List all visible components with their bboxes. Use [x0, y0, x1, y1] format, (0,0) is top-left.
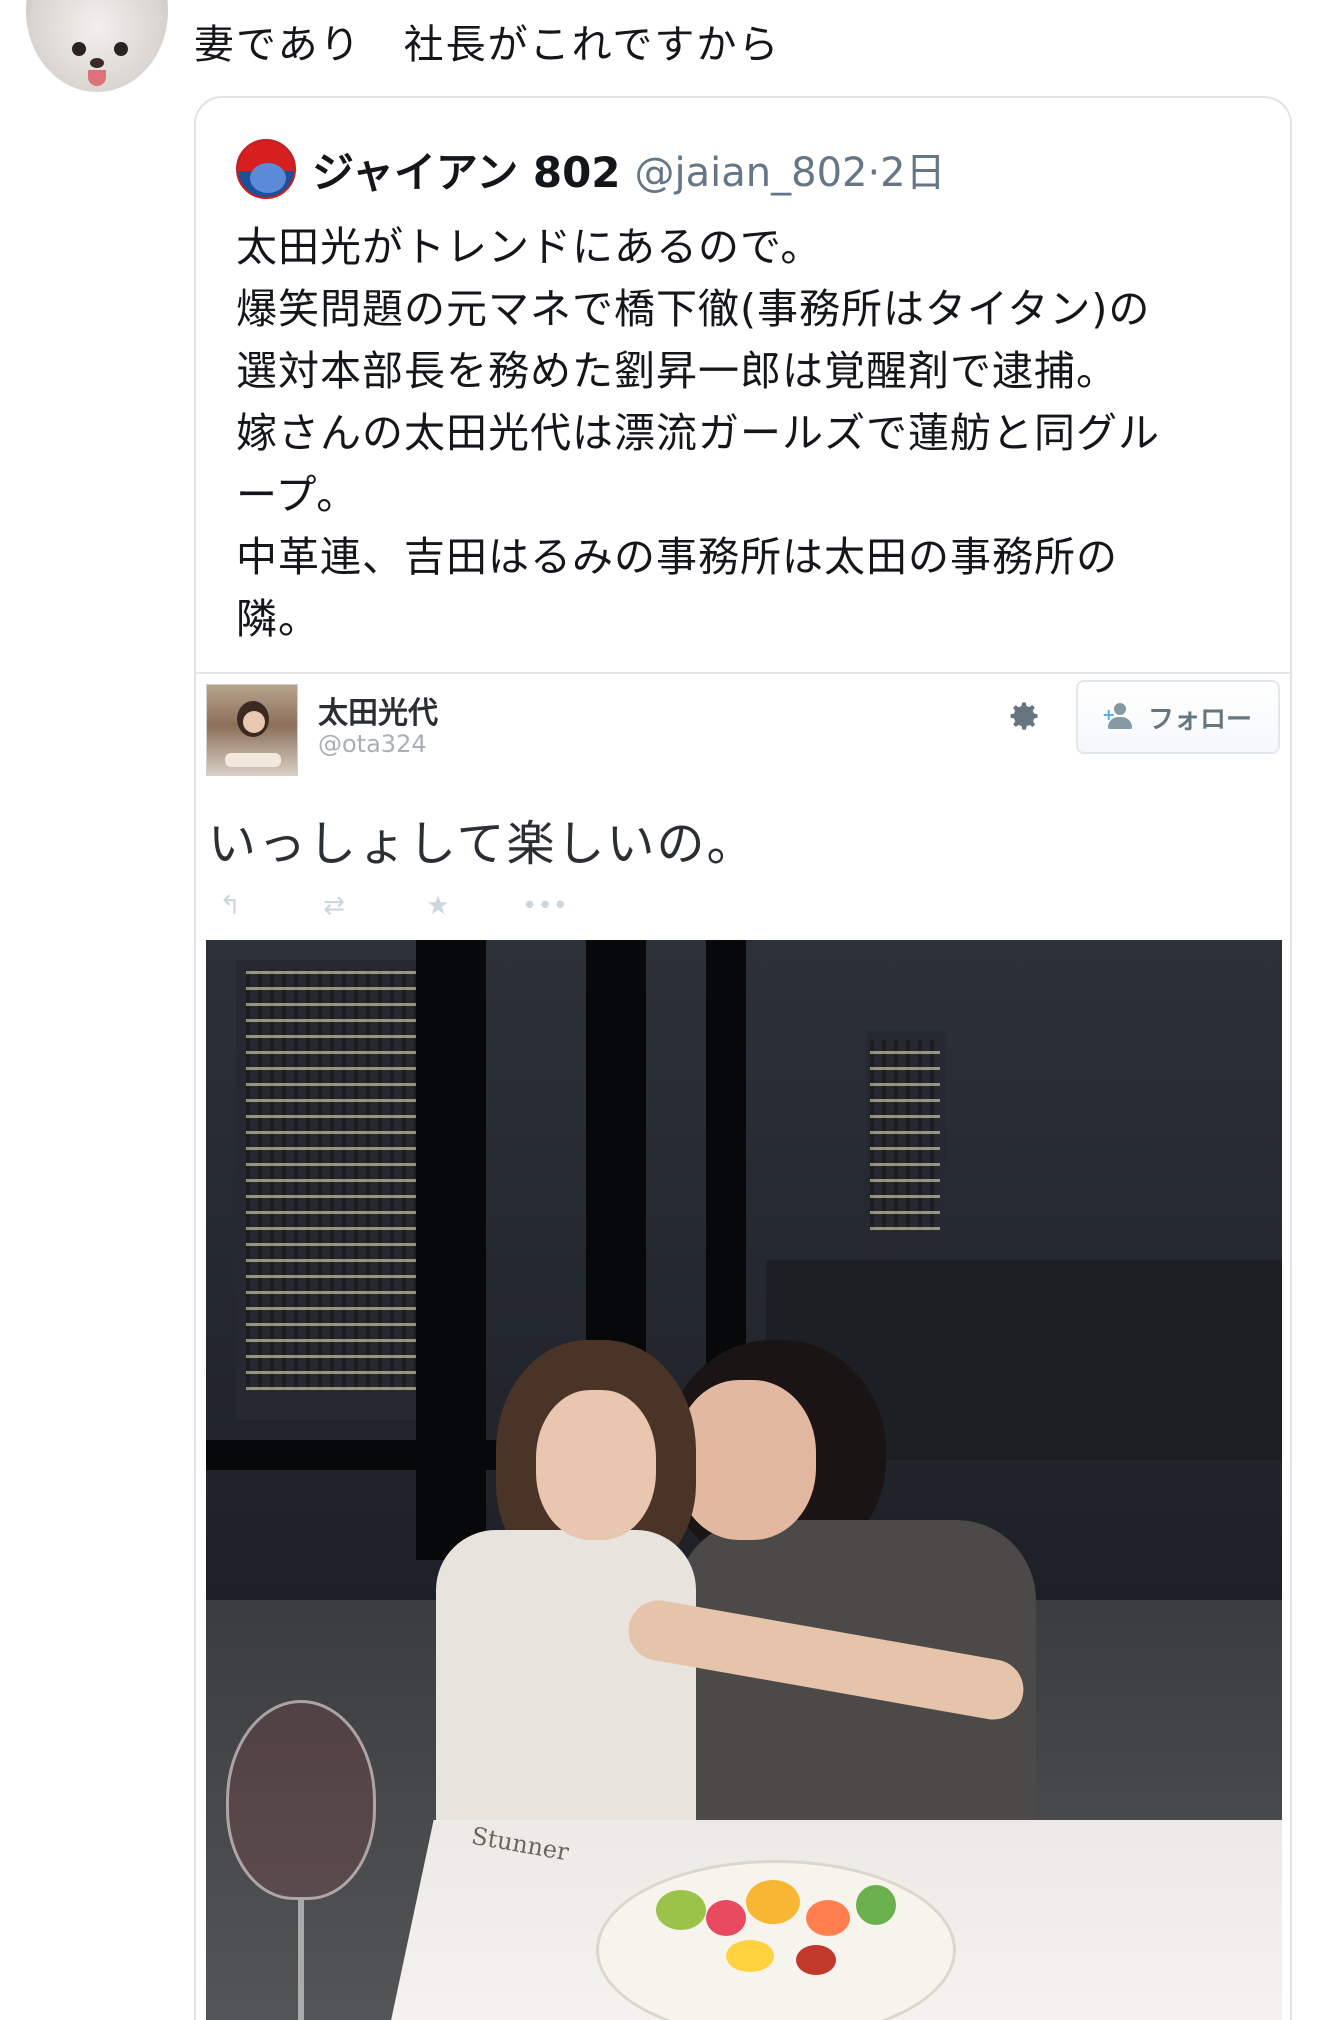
body-line: 中革連、吉田はるみの事務所は太田の事務所の: [236, 533, 1118, 581]
body-line: 隣。: [236, 595, 320, 643]
body-line: 太田光がトレンドにあるので。: [236, 223, 823, 271]
avatar-face: [243, 711, 265, 733]
avatar-face: [250, 163, 286, 193]
quoted-author-name[interactable]: ジャイアン 802: [312, 139, 621, 200]
avatar-tongue: [88, 70, 106, 86]
more-icon: •••: [522, 891, 569, 921]
quoted-author-avatar[interactable]: [236, 139, 296, 199]
gear-icon: [1010, 702, 1038, 730]
avatar-nose: [90, 58, 104, 68]
replier-avatar[interactable]: [26, 0, 168, 92]
add-person-icon: +: [1102, 703, 1136, 731]
quoted-author-handle-time: @jaian_802·2日: [634, 150, 946, 196]
quoted-tweet-header: ジャイアン 802 @jaian_802·2日: [236, 138, 946, 200]
avatar-eye: [72, 42, 86, 56]
embedded-author-handle: @ota324: [318, 730, 427, 758]
embedded-author-name: 太田光代: [318, 696, 438, 731]
body-line: 選対本部長を務めた劉昇一郎は覚醒剤で逮捕。: [236, 347, 1118, 395]
embedded-author-avatar: [206, 684, 298, 776]
retweet-icon: ⇄: [323, 891, 345, 921]
follow-label: フォロー: [1147, 704, 1252, 735]
body-line: 嫁さんの太田光代は漂流ガールズで蓮舫と同グル: [236, 409, 1160, 457]
favorite-icon: ★: [426, 891, 450, 921]
quoted-tweet-card[interactable]: ジャイアン 802 @jaian_802·2日 太田光がトレンドにあるので。 爆…: [194, 96, 1292, 2020]
follow-button: + フォロー: [1076, 680, 1280, 754]
embedded-tweet-text: いっしょして楽しいの。: [208, 816, 757, 872]
reply-text: 妻であり 社長がこれですから: [194, 22, 781, 68]
reply-icon: ↰: [219, 891, 241, 921]
embedded-tweet-screenshot[interactable]: 太田光代 @ota324 + フォロー いっしょして楽しいの。 ↰ ⇄ ★ ••…: [196, 672, 1290, 2020]
quoted-tweet-body: 太田光がトレンドにあるので。 爆笑問題の元マネで橋下徹(事務所はタイタン)の 選…: [236, 216, 1256, 650]
body-line: ープ。: [236, 471, 359, 519]
embedded-photo: Stunner: [206, 940, 1282, 2020]
body-line: 爆笑問題の元マネで橋下徹(事務所はタイタン)の: [236, 285, 1151, 333]
avatar-eye: [114, 42, 128, 56]
avatar-cake: [225, 753, 281, 767]
embedded-action-bar: ↰ ⇄ ★ •••: [210, 886, 569, 926]
